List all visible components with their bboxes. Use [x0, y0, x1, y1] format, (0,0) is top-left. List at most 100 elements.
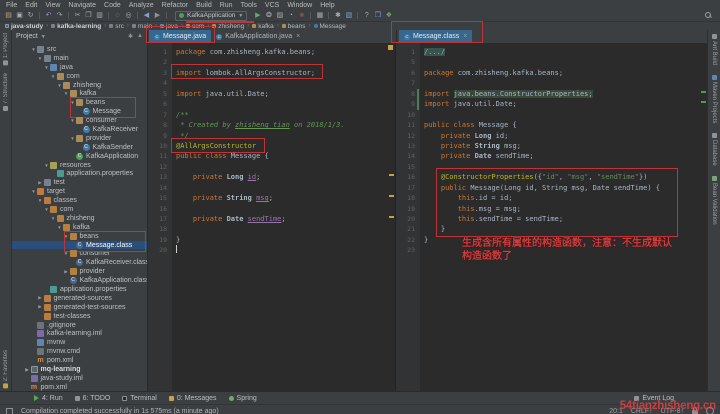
line-number[interactable]: 11 — [396, 120, 424, 130]
tree-row-provider[interactable]: ▼provider — [12, 134, 147, 143]
tree-row-consumer[interactable]: ▼consumer — [12, 249, 147, 258]
navbar-item-java-study[interactable]: java-study — [3, 23, 45, 30]
plugins-icon[interactable]: ❖ — [383, 10, 394, 21]
close-icon[interactable]: × — [296, 33, 300, 40]
line-number[interactable]: 12 — [396, 131, 424, 141]
line-number[interactable]: 19 — [396, 204, 424, 214]
tree-row-kafkaapplication[interactable]: CKafkaApplication — [12, 152, 147, 161]
line-number[interactable]: 15 — [148, 193, 176, 203]
tree-collapse-arrow[interactable]: ▶ — [37, 295, 44, 301]
navbar-item-main[interactable]: main — [130, 23, 154, 30]
collapse-all-icon[interactable]: ▲ — [137, 33, 143, 40]
tree-expand-arrow[interactable]: ▼ — [63, 251, 70, 256]
editor-message-class[interactable]: 1/.../56package com.zhisheng.kafka.beans… — [396, 43, 707, 391]
project-panel-title[interactable]: Project — [16, 33, 38, 40]
line-number[interactable]: 14 — [396, 151, 424, 161]
toolwindow-button-2-favorites[interactable]: 2: Favorites — [3, 350, 9, 388]
tree-row-java-study-iml[interactable]: java-study.iml — [12, 374, 147, 383]
close-icon[interactable]: × — [463, 33, 467, 40]
sync-icon[interactable]: ↻ — [25, 10, 36, 21]
tree-row-mvnw[interactable]: mvnw — [12, 338, 147, 347]
line-number[interactable]: 18 — [396, 193, 424, 203]
tree-row-message[interactable]: CMessage — [12, 107, 147, 116]
navbar-item-zhisheng[interactable]: zhisheng — [210, 23, 246, 30]
tree-expand-arrow[interactable]: ▼ — [43, 163, 50, 168]
tree-row-classes[interactable]: ▼classes — [12, 196, 147, 205]
inspections-level-icon[interactable] — [706, 407, 714, 414]
toolwindow-toggle-icon[interactable] — [6, 408, 13, 414]
tree-expand-arrow[interactable]: ▼ — [50, 74, 57, 79]
tree-expand-arrow[interactable]: ▼ — [56, 83, 63, 88]
line-number[interactable]: 4 — [148, 78, 176, 88]
project-structure-icon[interactable]: ▧ — [343, 10, 354, 21]
navbar-item-java[interactable]: java — [158, 23, 180, 30]
tree-expand-arrow[interactable]: ▼ — [56, 225, 63, 230]
tree-expand-arrow[interactable]: ▼ — [69, 118, 76, 123]
toolwindow-button-0-messages[interactable]: 0: Messages — [169, 395, 217, 402]
profiler-icon[interactable]: ◔ — [285, 10, 296, 21]
tree-expand-arrow[interactable]: ▼ — [63, 91, 70, 96]
tree-row-kafkasender[interactable]: CKafkaSender — [12, 143, 147, 152]
line-number[interactable]: 14 — [148, 183, 176, 193]
line-number[interactable]: 23 — [396, 245, 424, 255]
tree-row-zhisheng[interactable]: ▼zhisheng — [12, 214, 147, 223]
tree-row-generated-sources[interactable]: ▶generated-sources — [12, 294, 147, 303]
tree-row-kafkaapplication-class[interactable]: CKafkaApplication.class — [12, 276, 147, 285]
tree-expand-arrow[interactable]: ▼ — [69, 100, 76, 105]
tree-row-pom-xml[interactable]: mpom.xml — [12, 356, 147, 365]
search-everywhere-icon[interactable] — [705, 12, 712, 19]
status-utf-8[interactable]: UTF-8↑ — [661, 408, 684, 414]
line-number[interactable]: 1 — [148, 47, 176, 57]
tree-row-com[interactable]: ▼com — [12, 72, 147, 81]
tree-row-application-properties[interactable]: application.properties — [12, 169, 147, 178]
tab-message-java[interactable]: CMessage.java — [149, 30, 211, 43]
line-number[interactable]: 16 — [396, 172, 424, 182]
tree-collapse-arrow[interactable]: ▶ — [24, 367, 31, 373]
line-number[interactable]: 8 — [148, 120, 176, 130]
line-number[interactable]: 9 — [148, 131, 176, 141]
tree-expand-arrow[interactable]: ▼ — [30, 47, 37, 52]
open-icon[interactable]: ▤ — [3, 10, 14, 21]
navbar-item-message[interactable]: Message — [312, 23, 348, 30]
line-number[interactable]: 18 — [148, 224, 176, 234]
tree-row-beans[interactable]: ▼beans — [12, 232, 147, 241]
tree-expand-arrow[interactable]: ▼ — [69, 136, 76, 141]
run-configuration-select[interactable]: KafkaApplication▼ — [175, 11, 247, 21]
menu-item-run[interactable]: Run — [216, 2, 237, 9]
tree-row-mq-learning[interactable]: ▶mq-learning — [12, 365, 147, 374]
status-crlf[interactable]: CRLF↑ — [631, 408, 653, 414]
tree-expand-arrow[interactable]: ▼ — [63, 234, 70, 239]
line-number[interactable]: 17 — [148, 214, 176, 224]
line-number[interactable]: 17 — [396, 183, 424, 193]
line-number[interactable]: 7 — [148, 110, 176, 120]
tree-row-kafka[interactable]: ▼kafka — [12, 223, 147, 232]
line-number[interactable]: 13 — [148, 172, 176, 182]
menu-item-vcs[interactable]: VCS — [261, 2, 283, 9]
toolwindow-button-7-structure[interactable]: 7: Structure — [3, 73, 9, 111]
line-number[interactable]: 5 — [148, 89, 176, 99]
menu-item-window[interactable]: Window — [283, 2, 316, 9]
tree-row-mvnw-cmd[interactable]: mvnw.cmd — [12, 347, 147, 356]
navbar-item-kafka-learning[interactable]: kafka-learning — [49, 23, 103, 30]
line-number[interactable]: 10 — [148, 141, 176, 151]
tree-expand-arrow[interactable]: ▼ — [43, 207, 50, 212]
build-icon[interactable]: ▦ — [314, 10, 325, 21]
lock-icon[interactable] — [692, 410, 698, 414]
tree-row-java[interactable]: ▼java — [12, 63, 147, 72]
line-number[interactable]: 20 — [396, 214, 424, 224]
tree-expand-arrow[interactable]: ▼ — [37, 198, 44, 203]
menu-item-build[interactable]: Build — [192, 2, 216, 9]
menu-item-refactor[interactable]: Refactor — [158, 2, 192, 9]
tree-row-provider[interactable]: ▶provider — [12, 267, 147, 276]
menu-item-edit[interactable]: Edit — [21, 2, 41, 9]
tab-message-class[interactable]: CMessage.class× — [399, 30, 472, 43]
tree-row-gitignore[interactable]: .gitignore — [12, 321, 147, 330]
tree-expand-arrow[interactable]: ▼ — [30, 189, 37, 194]
event-log-button[interactable]: Event Log — [634, 395, 674, 402]
menu-item-file[interactable]: File — [2, 2, 21, 9]
tree-row-kafka-learning-iml[interactable]: kafka-learning.iml — [12, 330, 147, 339]
save-icon[interactable]: ▣ — [14, 10, 25, 21]
coverage-icon[interactable]: ▨ — [274, 10, 285, 21]
tree-row-zhisheng[interactable]: ▼zhisheng — [12, 81, 147, 90]
toolwindow-button-spring[interactable]: Spring — [229, 395, 257, 402]
